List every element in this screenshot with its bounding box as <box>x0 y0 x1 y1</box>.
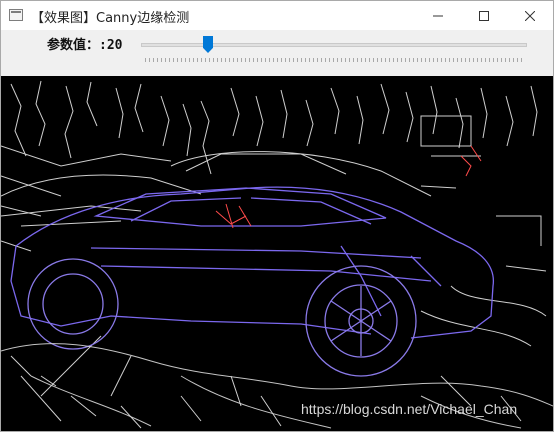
edge-drawing <box>1 76 553 431</box>
title-bar[interactable]: 【效果图】Canny边缘检测 <box>1 1 553 30</box>
edge-image: https://blog.csdn.net/Vichael_Chan <box>1 76 553 431</box>
csdn-watermark: https://blog.csdn.net/Vichael_Chan <box>301 401 518 417</box>
window-title: 【效果图】Canny边缘检测 <box>31 11 190 26</box>
slider-ticks <box>145 58 523 62</box>
maximize-icon <box>479 10 489 21</box>
canny-window: 【效果图】Canny边缘检测 参数值：:20 https://blog.csdn… <box>0 0 554 432</box>
trackbar-panel: 参数值：:20 <box>1 30 553 76</box>
slider-track[interactable] <box>141 43 527 47</box>
slider-thumb[interactable] <box>203 36 213 53</box>
close-button[interactable] <box>507 1 553 30</box>
window-app-icon <box>9 9 23 21</box>
minimize-button[interactable] <box>415 1 461 30</box>
maximize-button[interactable] <box>461 1 507 30</box>
minimize-icon <box>433 15 443 16</box>
param-value-label: 参数值：:20 <box>47 38 123 53</box>
close-icon <box>525 10 535 21</box>
